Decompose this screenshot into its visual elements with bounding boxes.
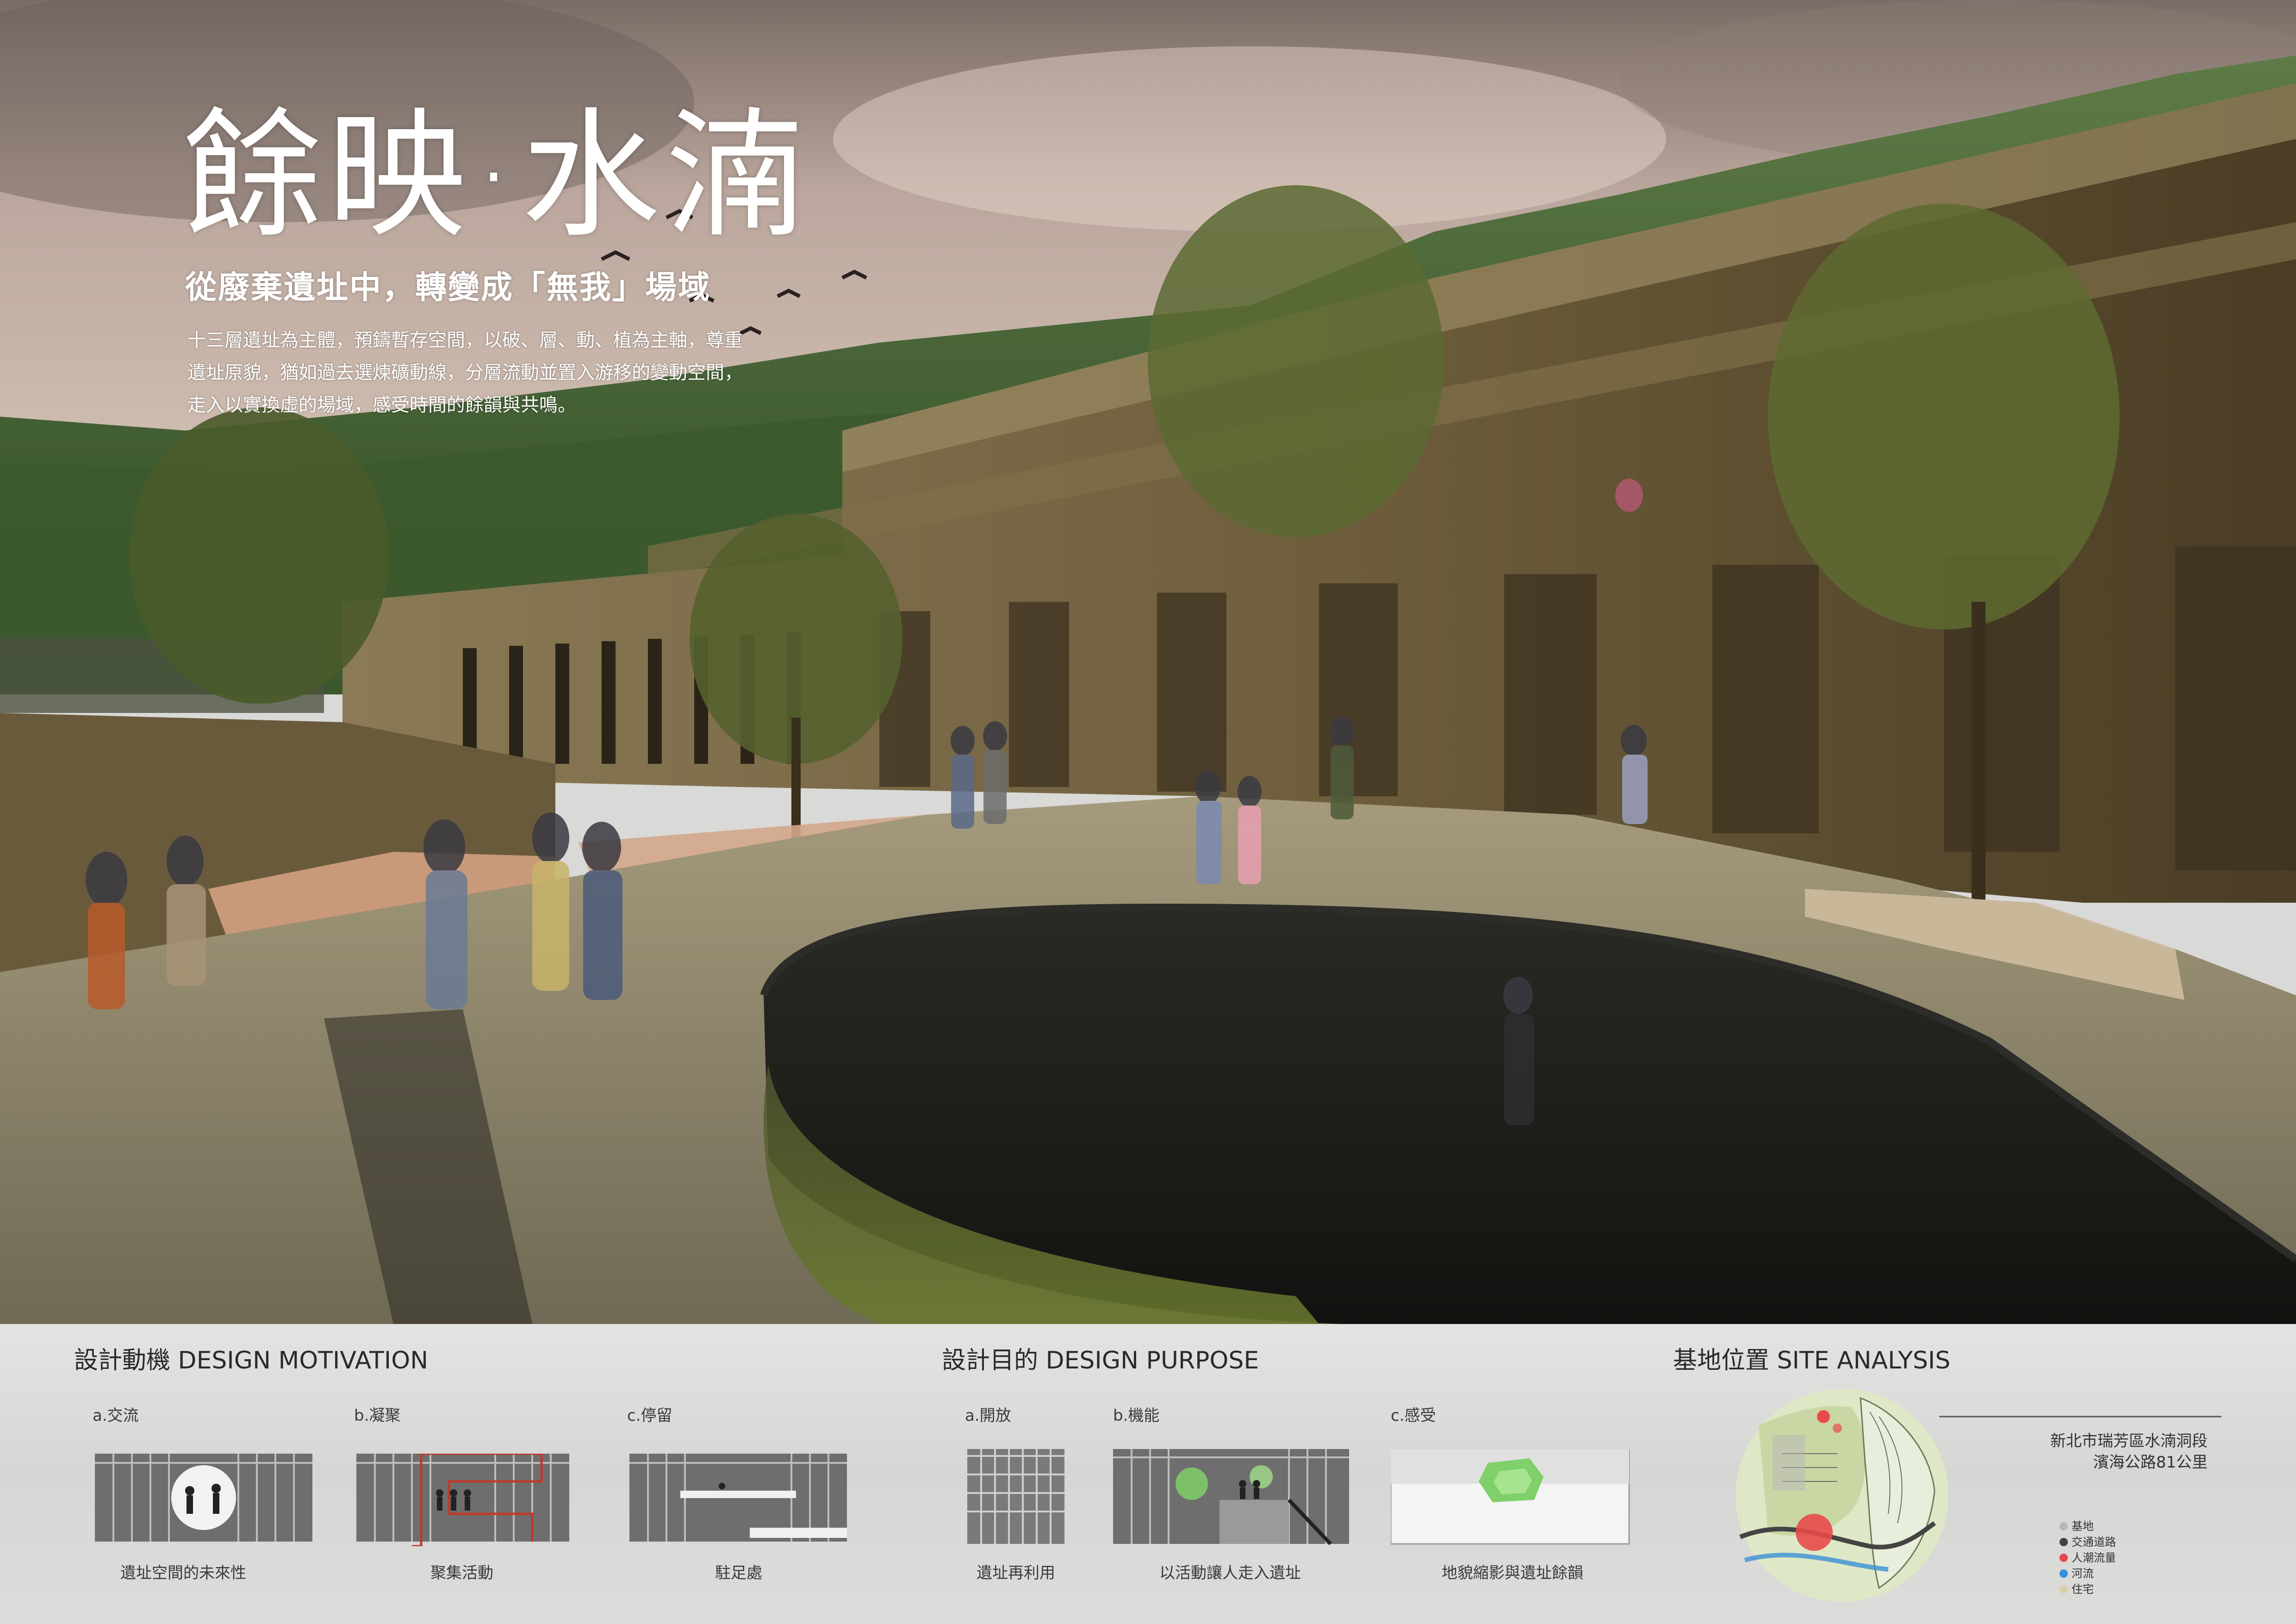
legend-item: 河流 — [2060, 1566, 2116, 1581]
motivation-diagram-c — [629, 1454, 847, 1542]
legend-swatch — [2060, 1538, 2068, 1546]
address-line: 濱海公路81公里 — [2093, 1453, 2208, 1472]
motivation-diagram-a — [95, 1454, 312, 1542]
project-description: 十三層遺址為主體，預鑄暫存空間，以破、層、動、植為主軸，尊重 遺址原貌，猶如過去… — [187, 324, 789, 421]
hero-rendering: 餘映·水湳 從廢棄遺址中，轉變成「無我」場域 十三層遺址為主體，預鑄暫存空間，以… — [0, 0, 2296, 1324]
motivation-title: 設計動機 DESIGN MOTIVATION — [74, 1347, 429, 1374]
legend-item: 住宅 — [2060, 1581, 2116, 1597]
project-subtitle: 從廢棄遺址中，轉變成「無我」場域 — [185, 269, 711, 306]
analysis-panel: 設計動機 DESIGN MOTIVATION a.交流 遺址空間的未來性 b.凝… — [0, 1324, 2296, 1624]
purpose-diagram-c — [1391, 1449, 1630, 1545]
address-line: 新北市瑞芳區水湳洞段 — [2050, 1432, 2208, 1450]
purpose-caption-c: 地貌縮影與遺址餘韻 — [1442, 1564, 1583, 1582]
purpose-caption-b: 以活動讓人走入遺址 — [1159, 1564, 1301, 1582]
motivation-label-a: a.交流 — [93, 1406, 139, 1425]
address-leader-line — [1939, 1416, 2221, 1418]
legend-swatch — [2060, 1522, 2068, 1530]
purpose-diagram-a — [967, 1449, 1064, 1544]
legend-item: 基地 — [2060, 1518, 2116, 1534]
description-line: 走入以實換虛的場域，感受時間的餘韻與共鳴。 — [187, 394, 576, 416]
purpose-title: 設計目的 DESIGN PURPOSE — [942, 1347, 1259, 1374]
purpose-label-b: b.機能 — [1113, 1406, 1160, 1425]
motivation-caption-b: 聚集活動 — [430, 1564, 493, 1582]
legend-label: 河流 — [2072, 1567, 2094, 1580]
site-map — [1736, 1389, 1948, 1602]
motivation-label-c: c.停留 — [627, 1406, 672, 1425]
purpose-diagram-b — [1113, 1449, 1349, 1545]
legend-swatch — [2060, 1569, 2068, 1578]
motivation-caption-a: 遺址空間的未來性 — [120, 1564, 246, 1582]
motivation-caption-c: 駐足處 — [715, 1564, 762, 1582]
site-legend: 基地 交通道路 人潮流量 河流 住宅 — [2060, 1518, 2116, 1597]
purpose-label-c: c.感受 — [1391, 1406, 1436, 1425]
legend-item: 交通道路 — [2060, 1534, 2116, 1550]
motivation-diagram-b — [356, 1454, 569, 1546]
purpose-caption-a: 遺址再利用 — [977, 1564, 1055, 1582]
description-line: 遺址原貌，猶如過去選煉礦動線，分層流動並置入游移的變動空間， — [187, 362, 743, 383]
legend-swatch — [2060, 1585, 2068, 1593]
motivation-label-b: b.凝聚 — [354, 1406, 401, 1425]
site-address: 新北市瑞芳區水湳洞段 濱海公路81公里 — [2050, 1430, 2208, 1473]
description-line: 十三層遺址為主體，預鑄暫存空間，以破、層、動、植為主軸，尊重 — [187, 330, 743, 351]
legend-item: 人潮流量 — [2060, 1550, 2116, 1566]
legend-label: 交通道路 — [2072, 1536, 2116, 1549]
purpose-label-a: a.開放 — [965, 1406, 1011, 1425]
legend-label: 人潮流量 — [2072, 1551, 2116, 1564]
site-title: 基地位置 SITE ANALYSIS — [1673, 1347, 1951, 1374]
legend-label: 住宅 — [2072, 1583, 2094, 1596]
project-title: 餘映·水湳 — [183, 95, 810, 256]
legend-swatch — [2060, 1554, 2068, 1562]
legend-label: 基地 — [2072, 1520, 2094, 1533]
